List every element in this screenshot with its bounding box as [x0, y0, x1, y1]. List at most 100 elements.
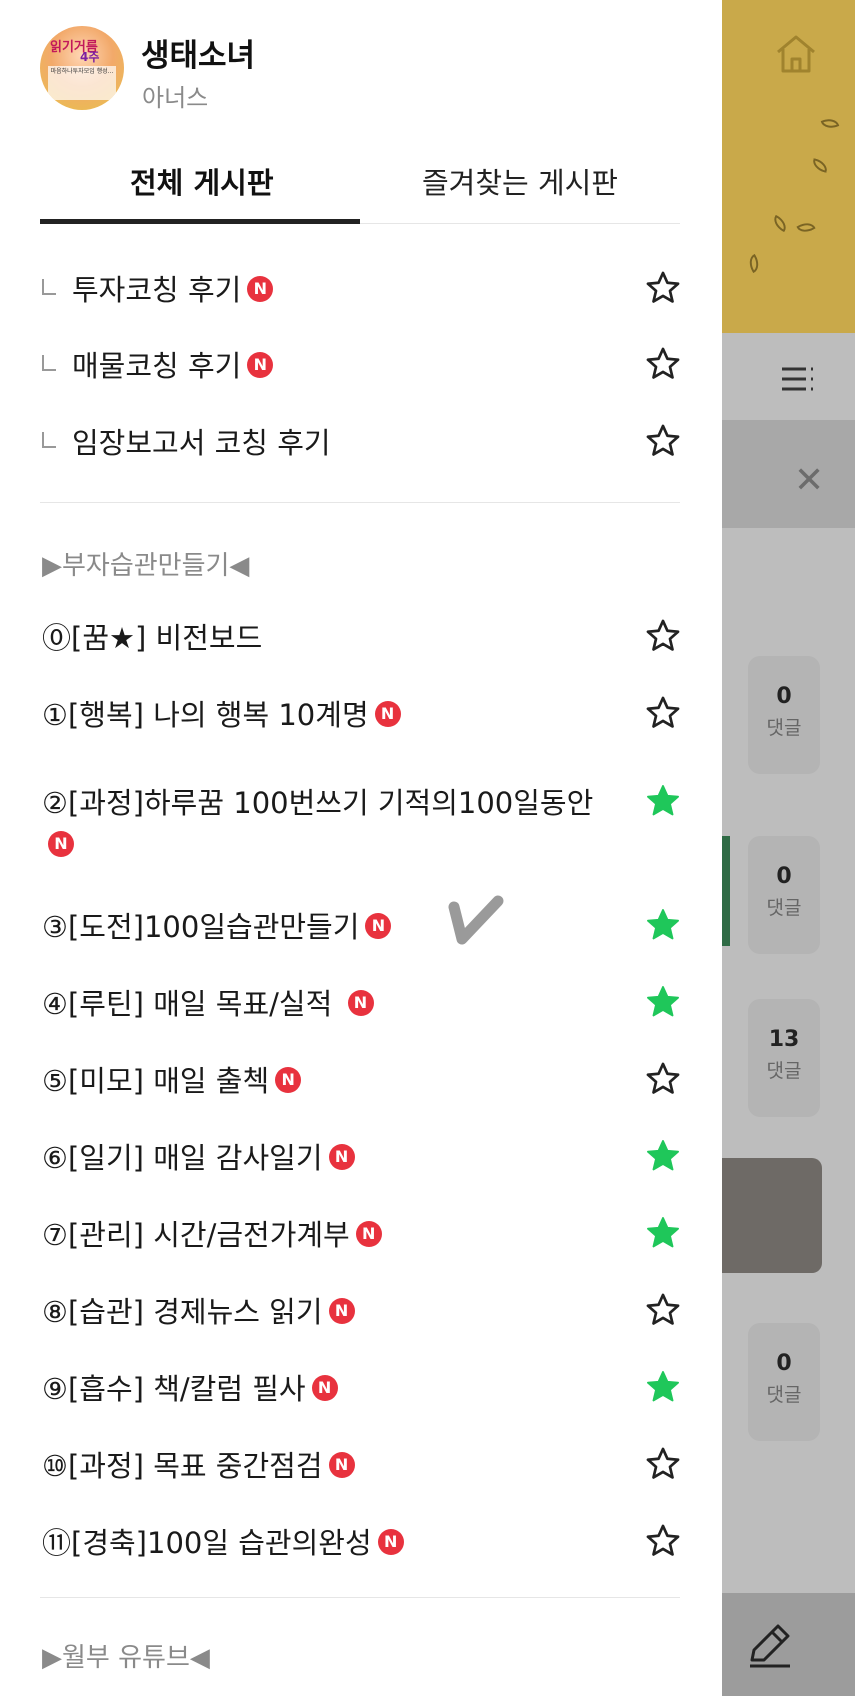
member-grade: 아너스	[142, 84, 209, 112]
section-header: ▶부자습관만들기◀	[42, 551, 250, 581]
notice-strip	[722, 420, 855, 528]
post-thumbnail	[722, 836, 730, 946]
board-item[interactable]: ⑧[습관] 경제뉴스 읽기 N	[0, 1289, 722, 1337]
board-item[interactable]: ①[행복] 나의 행복 10계명 N	[0, 692, 722, 740]
comment-count-label: 댓글	[766, 897, 802, 919]
star-filled-icon[interactable]	[644, 1214, 682, 1252]
board-item-label-container: ④[루틴] 매일 목표/실적 N	[42, 983, 602, 1025]
star-outline-icon[interactable]	[644, 1291, 682, 1329]
menu-icon[interactable]	[780, 365, 814, 393]
board-item-label: ⑪[경축]100일 습관의완성	[42, 1526, 372, 1560]
board-item-label: ③[도전]100일습관만들기	[42, 910, 360, 944]
board-item-label-container: ⑧[습관] 경제뉴스 읽기 N	[42, 1291, 602, 1333]
board-item[interactable]: ③[도전]100일습관만들기 N	[0, 904, 722, 952]
new-badge-icon: N	[48, 831, 74, 857]
star-outline-icon[interactable]	[644, 1445, 682, 1483]
check-mark-scribble	[448, 895, 504, 945]
star-outline-icon[interactable]	[644, 269, 682, 307]
close-icon[interactable]: ✕	[794, 460, 824, 501]
pencil-icon[interactable]	[742, 1618, 798, 1674]
board-item[interactable]: ⓪[꿈★] 비전보드	[0, 615, 722, 663]
board-item[interactable]: ②[과정]하루꿈 100번쓰기 기적의100일동안 N	[0, 780, 722, 870]
star-filled-icon[interactable]	[644, 1137, 682, 1175]
tab-favorite-boards[interactable]: 즐겨찾는 게시판	[422, 160, 618, 202]
active-tab-indicator	[40, 219, 360, 224]
section-divider	[40, 1597, 680, 1598]
star-outline-icon[interactable]	[644, 422, 682, 460]
board-item-label: 투자코칭 후기	[72, 273, 242, 307]
comment-count-label: 댓글	[766, 1384, 802, 1406]
comment-count: 0 댓글	[748, 656, 820, 774]
board-item-label: 임장보고서 코칭 후기	[72, 426, 331, 460]
board-item[interactable]: 투자코칭 후기 N	[0, 267, 722, 315]
new-badge-icon: N	[374, 701, 401, 727]
comment-count: 13 댓글	[748, 999, 820, 1117]
board-item[interactable]: ④[루틴] 매일 목표/실적 N	[0, 981, 722, 1029]
board-item[interactable]: ⑨[흡수] 책/칼럼 필사 N	[0, 1366, 722, 1414]
board-item-label-container: ③[도전]100일습관만들기 N	[42, 906, 602, 948]
cafe-profile[interactable]: 읽기거름 4주 마음하나투자모임 행성... 생태소녀 아너스	[40, 26, 680, 116]
comment-count-value: 13	[768, 1027, 800, 1052]
comment-count-label: 댓글	[766, 1060, 802, 1082]
new-badge-icon: N	[355, 1221, 382, 1247]
new-badge-icon: N	[247, 276, 274, 302]
board-item-label-container: ①[행복] 나의 행복 10계명 N	[42, 694, 602, 736]
star-outline-icon[interactable]	[644, 694, 682, 732]
star-filled-icon[interactable]	[644, 782, 682, 820]
board-tabs: 전체 게시판 즐겨찾는 게시판	[40, 150, 680, 224]
home-icon[interactable]	[774, 32, 818, 76]
sub-board-indent-icon	[42, 432, 56, 448]
star-outline-icon[interactable]	[644, 345, 682, 383]
comment-count-label: 댓글	[766, 717, 802, 739]
leaf-decoration	[770, 214, 790, 233]
new-badge-icon: N	[328, 1144, 355, 1170]
avatar-text: 4주	[80, 50, 100, 64]
board-item[interactable]: ⑤[미모] 매일 출첵 N	[0, 1058, 722, 1106]
new-badge-icon: N	[311, 1375, 338, 1401]
sub-board-indent-icon	[42, 355, 56, 371]
star-filled-icon[interactable]	[644, 1368, 682, 1406]
board-item-label: ⓪[꿈★] 비전보드	[42, 621, 263, 655]
board-item-label-container: ⑨[흡수] 책/칼럼 필사 N	[42, 1368, 602, 1410]
leaf-decoration	[796, 218, 816, 237]
board-item-label-container: ⑪[경축]100일 습관의완성 N	[42, 1522, 602, 1564]
board-item-label-container: ⓪[꿈★] 비전보드	[42, 617, 602, 659]
post-thumbnail	[722, 1158, 822, 1273]
leaf-decoration	[820, 115, 840, 132]
section-header: ▶월부 유튜브◀	[42, 1643, 210, 1673]
star-outline-icon[interactable]	[644, 617, 682, 655]
tab-all-boards[interactable]: 전체 게시판	[130, 160, 274, 202]
comment-count-value: 0	[776, 864, 792, 889]
new-badge-icon: N	[365, 913, 392, 939]
avatar-text: 마음하나투자모임 행성...	[48, 66, 116, 100]
navigation-drawer: 읽기거름 4주 마음하나투자모임 행성... 생태소녀 아너스 전체 게시판 즐…	[0, 0, 722, 1696]
star-filled-icon[interactable]	[644, 983, 682, 1021]
board-item[interactable]: ⑥[일기] 매일 감사일기 N	[0, 1135, 722, 1183]
board-item-label: ⑦[관리] 시간/금전가계부	[42, 1218, 350, 1252]
board-item[interactable]: 임장보고서 코칭 후기	[0, 420, 722, 468]
comment-count: 0 댓글	[748, 836, 820, 954]
star-filled-icon[interactable]	[644, 906, 682, 944]
star-outline-icon[interactable]	[644, 1522, 682, 1560]
board-item-label: ②[과정]하루꿈 100번쓰기 기적의100일동안	[42, 786, 594, 820]
board-item-label-container: 임장보고서 코칭 후기	[72, 422, 632, 464]
board-item[interactable]: ⑪[경축]100일 습관의완성 N	[0, 1520, 722, 1568]
cafe-name: 생태소녀	[141, 38, 256, 74]
new-badge-icon: N	[347, 990, 374, 1016]
sub-board-indent-icon	[42, 279, 56, 295]
board-item-label: ④[루틴] 매일 목표/실적	[42, 987, 342, 1021]
board-item-label-container: ⑥[일기] 매일 감사일기 N	[42, 1137, 602, 1179]
board-item[interactable]: 매물코칭 후기 N	[0, 343, 722, 391]
board-item-label-container: 매물코칭 후기 N	[72, 345, 632, 387]
board-item-label: ⑥[일기] 매일 감사일기	[42, 1141, 323, 1175]
board-item[interactable]: ⑩[과정] 목표 중간점검 N	[0, 1443, 722, 1491]
star-outline-icon[interactable]	[644, 1060, 682, 1098]
avatar: 읽기거름 4주 마음하나투자모임 행성...	[40, 26, 124, 110]
board-item[interactable]: ⑦[관리] 시간/금전가계부 N	[0, 1212, 722, 1260]
board-item-label-container: ⑤[미모] 매일 출첵 N	[42, 1060, 602, 1102]
board-item-label: ①[행복] 나의 행복 10계명	[42, 698, 369, 732]
board-item-label-container: ⑦[관리] 시간/금전가계부 N	[42, 1214, 602, 1256]
section-divider	[40, 502, 680, 503]
comment-count-value: 0	[776, 1351, 792, 1376]
comment-count: 0 댓글	[748, 1323, 820, 1441]
